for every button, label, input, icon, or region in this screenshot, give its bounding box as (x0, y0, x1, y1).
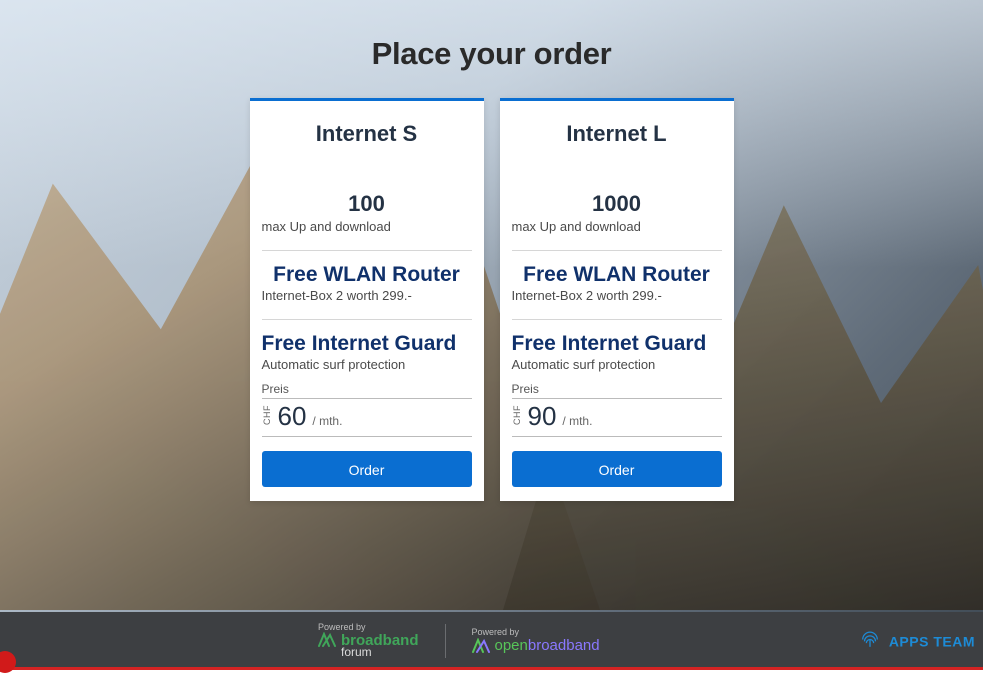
plan-guard-caption: Automatic surf protection (262, 357, 472, 372)
plan-speed-caption: max Up and download (512, 219, 722, 234)
open-broadband-mark-icon (472, 638, 490, 654)
broadband-word: broadband (528, 637, 600, 654)
plan-price-label: Preis (262, 382, 472, 399)
apps-team-label: APPS TEAM (889, 633, 975, 649)
page-title: Place your order (0, 0, 983, 98)
plan-guard-title: Free Internet Guard (262, 332, 472, 355)
apps-team-badge: APPS TEAM (859, 629, 975, 654)
footer-brand-group: Powered by broadband forum Powered by o (318, 623, 600, 659)
footer-bar: Powered by broadband forum Powered by o (0, 612, 983, 670)
order-button[interactable]: Order (262, 451, 472, 487)
broadband-forum-logo: Powered by broadband forum (318, 623, 419, 659)
broadband-forum-word: forum (341, 646, 419, 659)
plan-name: Internet S (250, 101, 484, 175)
order-button[interactable]: Order (512, 451, 722, 487)
plan-price-amount: 90 (528, 401, 557, 432)
plan-card-internet-s: Internet S 100 max Up and download Free … (250, 98, 484, 501)
pricing-cards: Internet S 100 max Up and download Free … (0, 98, 983, 501)
broadband-forum-mark-icon (318, 632, 336, 648)
plan-speed-value: 100 (262, 191, 472, 217)
plan-guard-caption: Automatic surf protection (512, 357, 722, 372)
open-word: open (495, 637, 528, 654)
plan-price-period: / mth. (562, 414, 592, 428)
plan-speed-value: 1000 (512, 191, 722, 217)
plan-price-label: Preis (512, 382, 722, 399)
plan-name: Internet L (500, 101, 734, 175)
plan-price: Preis CHF 60 / mth. (262, 382, 472, 437)
plan-guard-title: Free Internet Guard (512, 332, 722, 355)
plan-router-title: Free WLAN Router (262, 263, 472, 286)
plan-speed-caption: max Up and download (262, 219, 472, 234)
plan-card-internet-l: Internet L 1000 max Up and download Free… (500, 98, 734, 501)
plan-router-caption: Internet-Box 2 worth 299.- (512, 288, 722, 303)
plan-currency: CHF (262, 405, 272, 425)
open-broadband-logo: Powered by openbroadband (472, 628, 600, 653)
plan-router-caption: Internet-Box 2 worth 299.- (262, 288, 472, 303)
plan-price-amount: 60 (278, 401, 307, 432)
divider (445, 624, 446, 658)
plan-price: Preis CHF 90 / mth. (512, 382, 722, 437)
fingerprint-icon (859, 629, 881, 654)
plan-currency: CHF (512, 405, 522, 425)
plan-router-title: Free WLAN Router (512, 263, 722, 286)
plan-price-period: / mth. (312, 414, 342, 428)
